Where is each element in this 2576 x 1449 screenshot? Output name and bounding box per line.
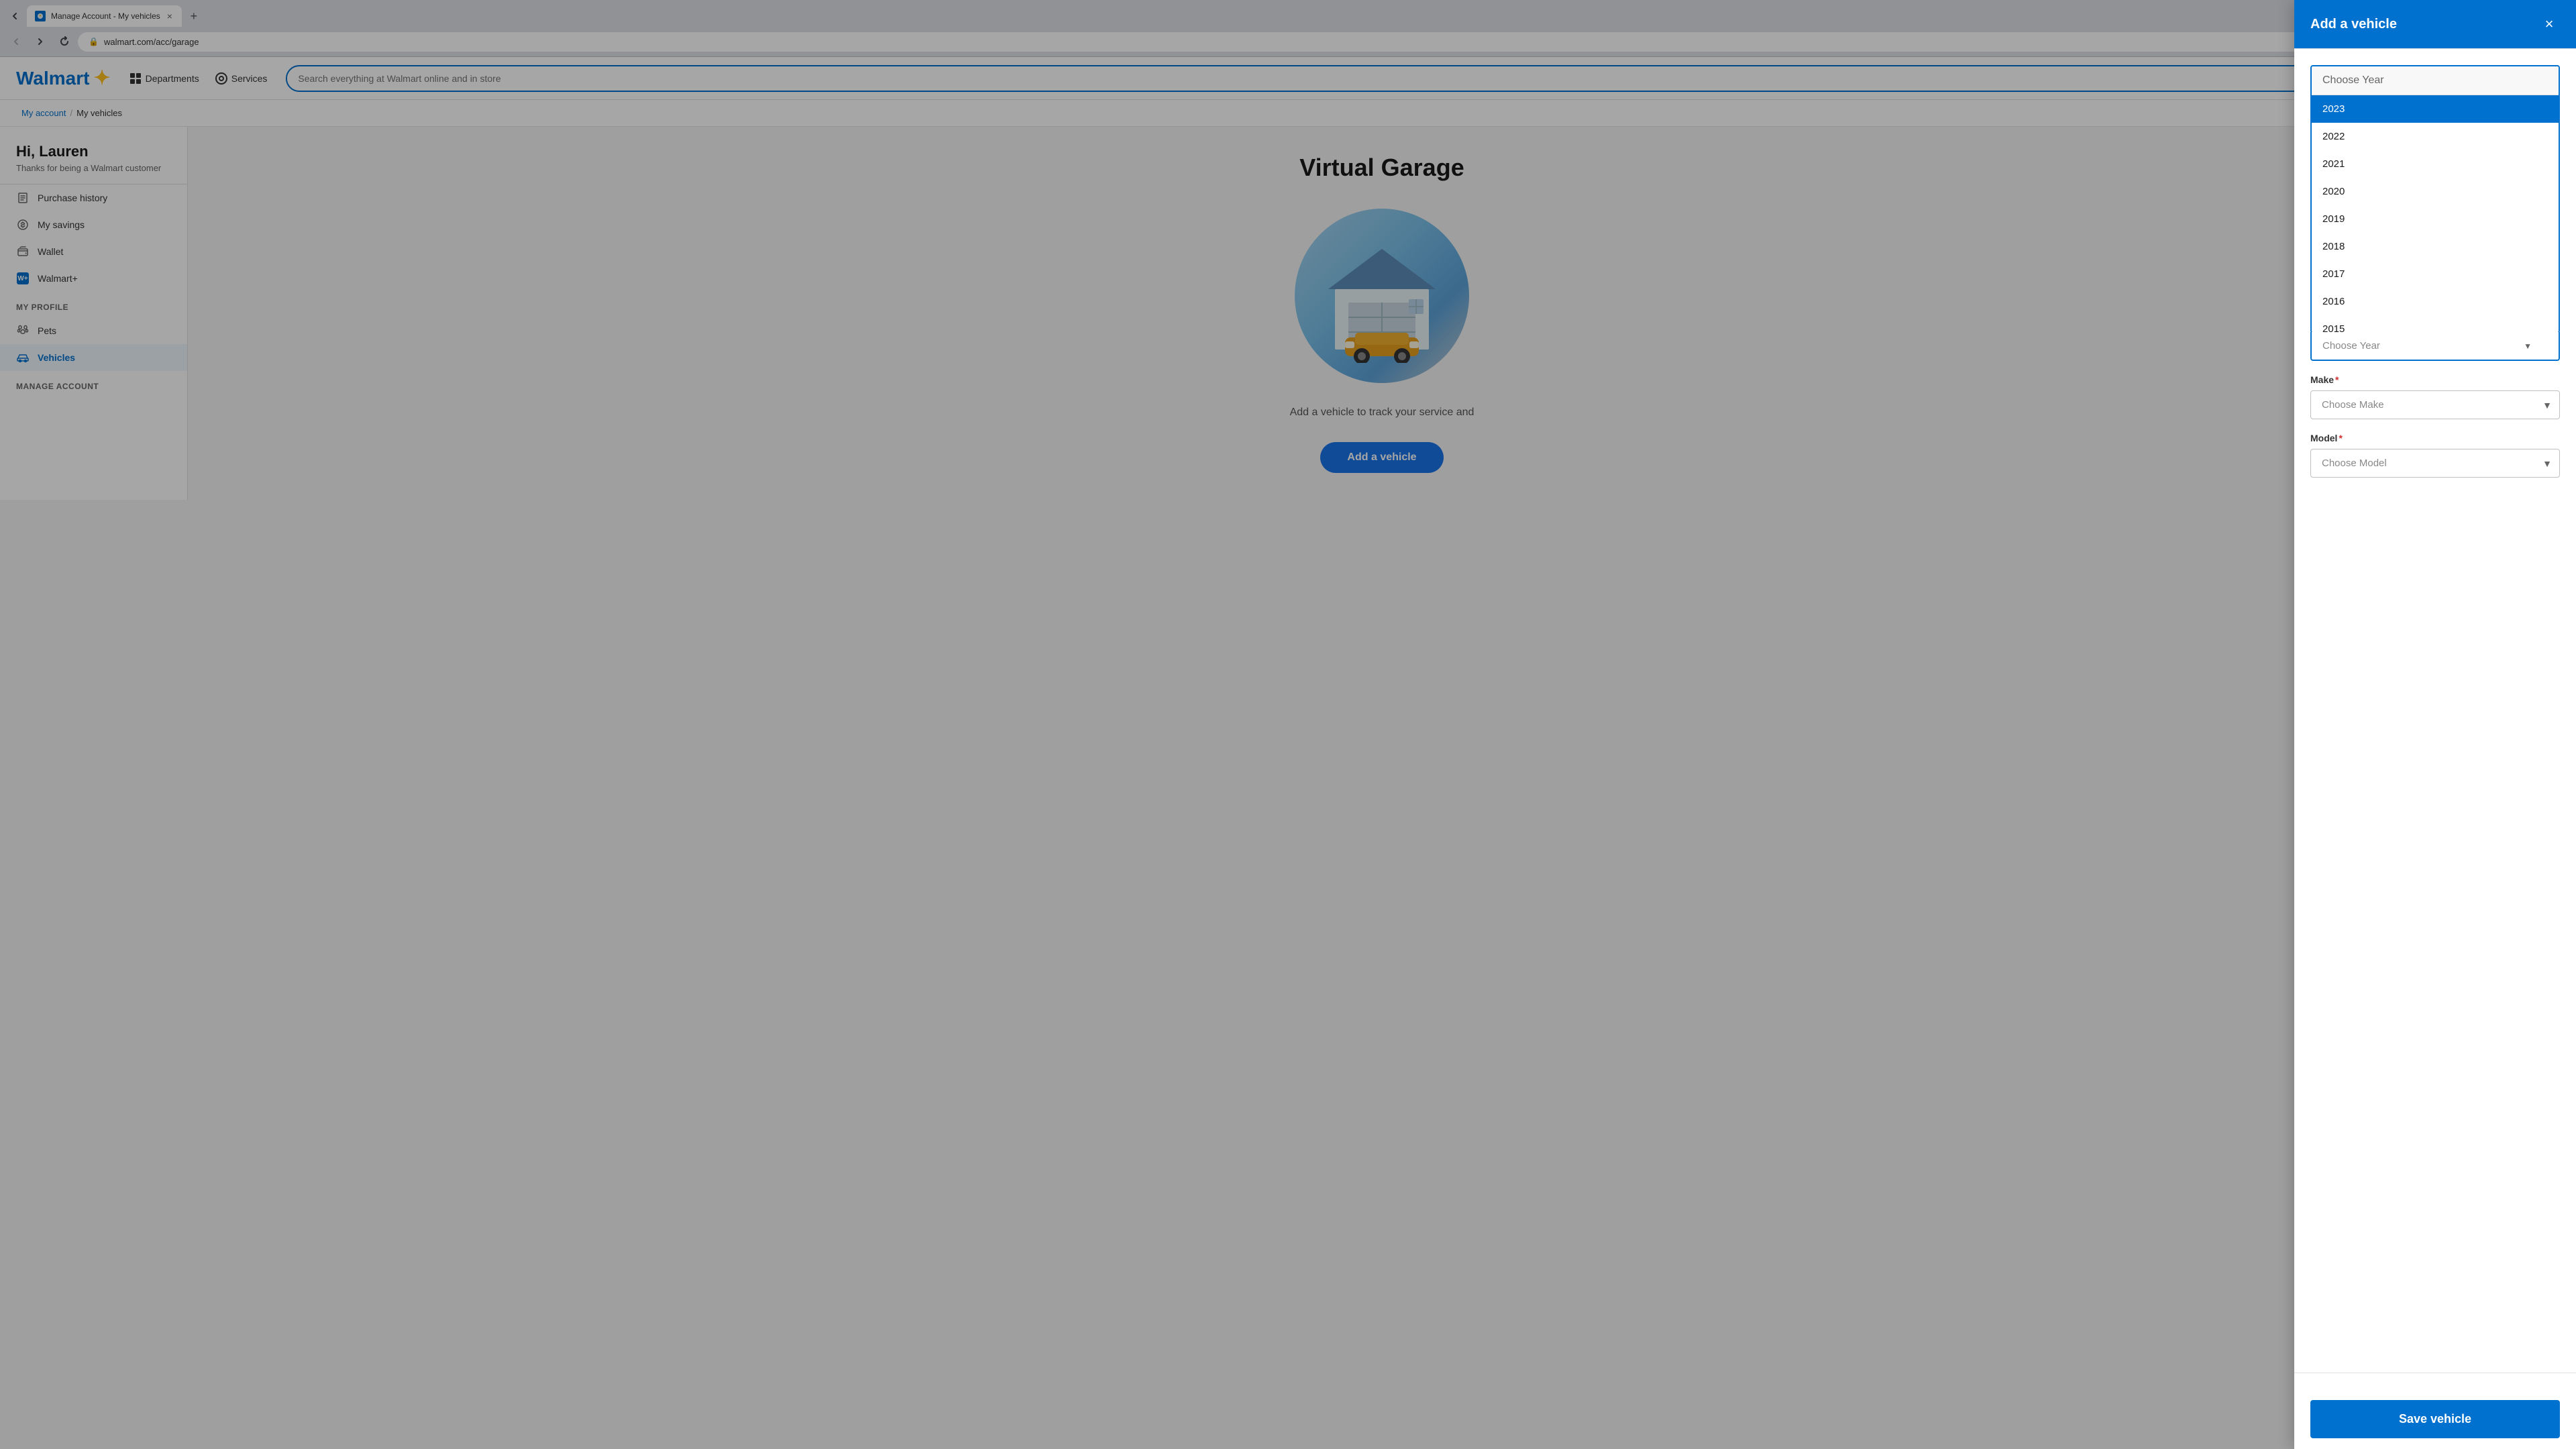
model-label: Model * (2310, 433, 2560, 443)
year-item-2022[interactable]: 2022 (2312, 127, 2559, 150)
main-content: Hi, Lauren Thanks for being a Walmart cu… (0, 127, 2576, 500)
add-vehicle-panel: Add a vehicle × Choose Year 2023 2022 20… (2294, 127, 2576, 500)
panel-body: Choose Year 2023 2022 2021 2020 2019 201… (2294, 127, 2576, 500)
year-list[interactable]: Choose Year 2023 2022 2021 2020 2019 201… (2310, 127, 2560, 333)
make-select-wrapper: Choose Make ▼ (2310, 390, 2560, 419)
make-field-wrapper: Make * Choose Make ▼ (2310, 374, 2560, 419)
year-chevron-icon: ▼ (2524, 341, 2532, 351)
model-field-wrapper: Model * Choose Model ▼ (2310, 433, 2560, 478)
year-item-2021[interactable]: 2021 (2312, 150, 2559, 178)
year-dropdown-container: Choose Year 2023 2022 2021 2020 2019 201… (2310, 127, 2560, 361)
year-item-2016[interactable]: 2016 (2312, 288, 2559, 315)
overlay[interactable] (0, 127, 2576, 500)
year-item-2017[interactable]: 2017 (2312, 260, 2559, 288)
year-item-2020[interactable]: 2020 (2312, 178, 2559, 205)
year-item-2015[interactable]: 2015 (2312, 315, 2559, 333)
year-select-trigger[interactable]: Choose Year ▼ (2310, 332, 2560, 361)
year-item-2018[interactable]: 2018 (2312, 233, 2559, 260)
year-select-value: Choose Year (2322, 340, 2380, 352)
model-select-wrapper: Choose Model ▼ (2310, 449, 2560, 478)
make-select[interactable]: Choose Make (2310, 390, 2560, 419)
make-required: * (2335, 374, 2339, 385)
make-label: Make * (2310, 374, 2560, 385)
model-select[interactable]: Choose Model (2310, 449, 2560, 478)
year-item-2019[interactable]: 2019 (2312, 205, 2559, 233)
model-required: * (2339, 433, 2342, 443)
